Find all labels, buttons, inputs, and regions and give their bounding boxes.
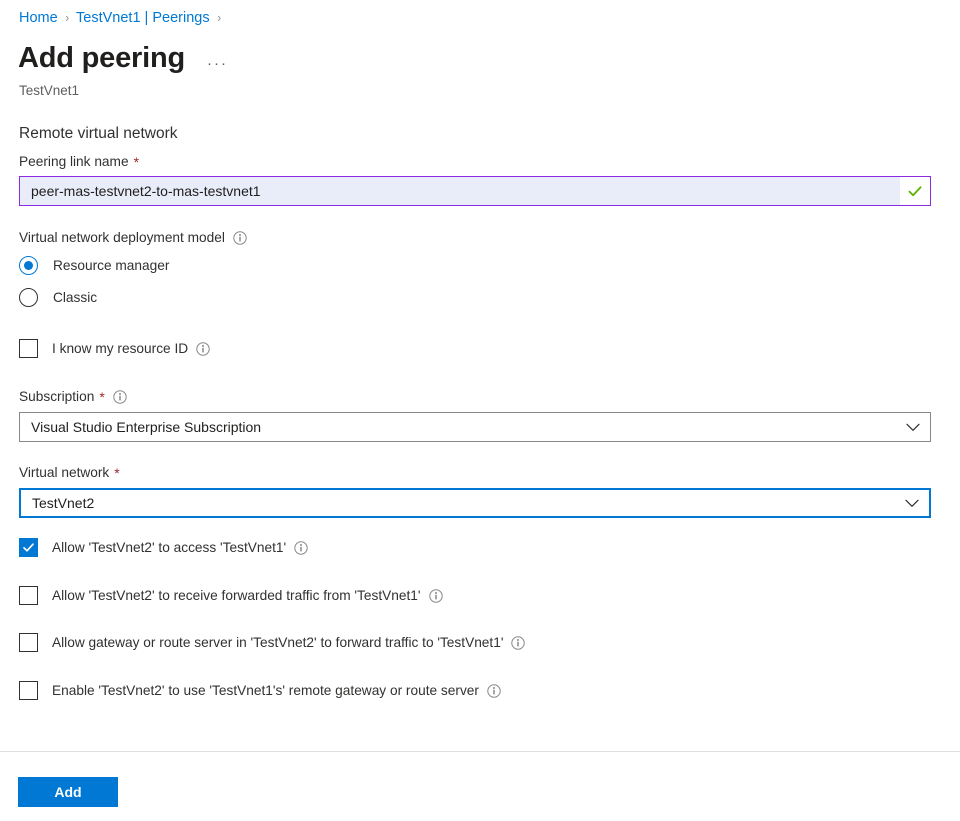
valid-check-icon [900, 177, 930, 205]
breadcrumb-separator-icon: › [217, 9, 221, 27]
label-virtual-network: Virtual network * [19, 464, 120, 482]
label-deployment-model: Virtual network deployment model [19, 229, 247, 247]
more-options-icon[interactable]: ··· [207, 59, 228, 69]
chevron-down-icon[interactable] [895, 499, 929, 508]
info-icon[interactable] [511, 636, 525, 650]
peering-link-name-input[interactable]: peer-mas-testvnet2-to-mas-testvnet1 [19, 176, 931, 206]
label-virtual-network-text: Virtual network [19, 464, 109, 482]
checkbox-gateway-forward-traffic-box[interactable] [19, 633, 38, 652]
required-asterisk: * [99, 390, 104, 404]
peering-link-name-value[interactable]: peer-mas-testvnet2-to-mas-testvnet1 [20, 182, 900, 200]
checkbox-know-resource-id-box[interactable] [19, 339, 38, 358]
title-row: Add peering ··· [18, 40, 228, 76]
label-deployment-model-text: Virtual network deployment model [19, 229, 225, 247]
checkbox-know-resource-id-label: I know my resource ID [52, 340, 188, 358]
checkbox-allow-access-label: Allow 'TestVnet2' to access 'TestVnet1' [52, 539, 286, 557]
required-asterisk: * [134, 155, 139, 169]
radio-classic[interactable]: Classic [19, 288, 97, 307]
checkbox-receive-forwarded-traffic-label: Allow 'TestVnet2' to receive forwarded t… [52, 587, 421, 605]
breadcrumb-item-peerings[interactable]: TestVnet1 | Peerings [76, 9, 210, 27]
page-subtitle: TestVnet1 [19, 82, 79, 100]
radio-resource-manager-indicator[interactable] [19, 256, 38, 275]
checkbox-use-remote-gateway-label: Enable 'TestVnet2' to use 'TestVnet1's' … [52, 682, 479, 700]
radio-resource-manager-label: Resource manager [53, 257, 169, 275]
info-icon[interactable] [196, 342, 210, 356]
breadcrumb: Home › TestVnet1 | Peerings › [19, 9, 228, 27]
page-title: Add peering [18, 40, 185, 76]
breadcrumb-separator-icon: › [65, 9, 69, 27]
checkbox-use-remote-gateway-box[interactable] [19, 681, 38, 700]
radio-classic-indicator[interactable] [19, 288, 38, 307]
checkbox-gateway-forward-traffic[interactable]: Allow gateway or route server in 'TestVn… [19, 633, 525, 652]
checkbox-receive-forwarded-traffic-box[interactable] [19, 586, 38, 605]
checkbox-allow-access[interactable]: Allow 'TestVnet2' to access 'TestVnet1' [19, 538, 308, 557]
checkbox-receive-forwarded-traffic[interactable]: Allow 'TestVnet2' to receive forwarded t… [19, 586, 443, 605]
info-icon[interactable] [113, 390, 127, 404]
required-asterisk: * [114, 466, 119, 480]
info-icon[interactable] [294, 541, 308, 555]
checkbox-know-resource-id[interactable]: I know my resource ID [19, 339, 210, 358]
section-heading-remote-virtual-network: Remote virtual network [19, 124, 178, 144]
label-subscription: Subscription * [19, 388, 127, 406]
subscription-dropdown[interactable]: Visual Studio Enterprise Subscription [19, 412, 931, 442]
label-peering-link-name: Peering link name * [19, 153, 139, 171]
add-button[interactable]: Add [18, 777, 118, 807]
checkbox-gateway-forward-traffic-label: Allow gateway or route server in 'TestVn… [52, 634, 503, 652]
breadcrumb-item-home[interactable]: Home [19, 9, 58, 27]
checkbox-use-remote-gateway[interactable]: Enable 'TestVnet2' to use 'TestVnet1's' … [19, 681, 501, 700]
virtual-network-dropdown[interactable]: TestVnet2 [19, 488, 931, 518]
radio-resource-manager[interactable]: Resource manager [19, 256, 169, 275]
footer-divider [0, 751, 960, 752]
label-subscription-text: Subscription [19, 388, 94, 406]
radio-classic-label: Classic [53, 289, 97, 307]
label-peering-link-name-text: Peering link name [19, 153, 129, 171]
add-peering-page: Home › TestVnet1 | Peerings › Add peerin… [0, 0, 960, 821]
info-icon[interactable] [233, 231, 247, 245]
checkbox-allow-access-box[interactable] [19, 538, 38, 557]
info-icon[interactable] [429, 589, 443, 603]
subscription-value[interactable]: Visual Studio Enterprise Subscription [20, 418, 896, 436]
info-icon[interactable] [487, 684, 501, 698]
chevron-down-icon[interactable] [896, 423, 930, 432]
virtual-network-value[interactable]: TestVnet2 [21, 494, 895, 512]
